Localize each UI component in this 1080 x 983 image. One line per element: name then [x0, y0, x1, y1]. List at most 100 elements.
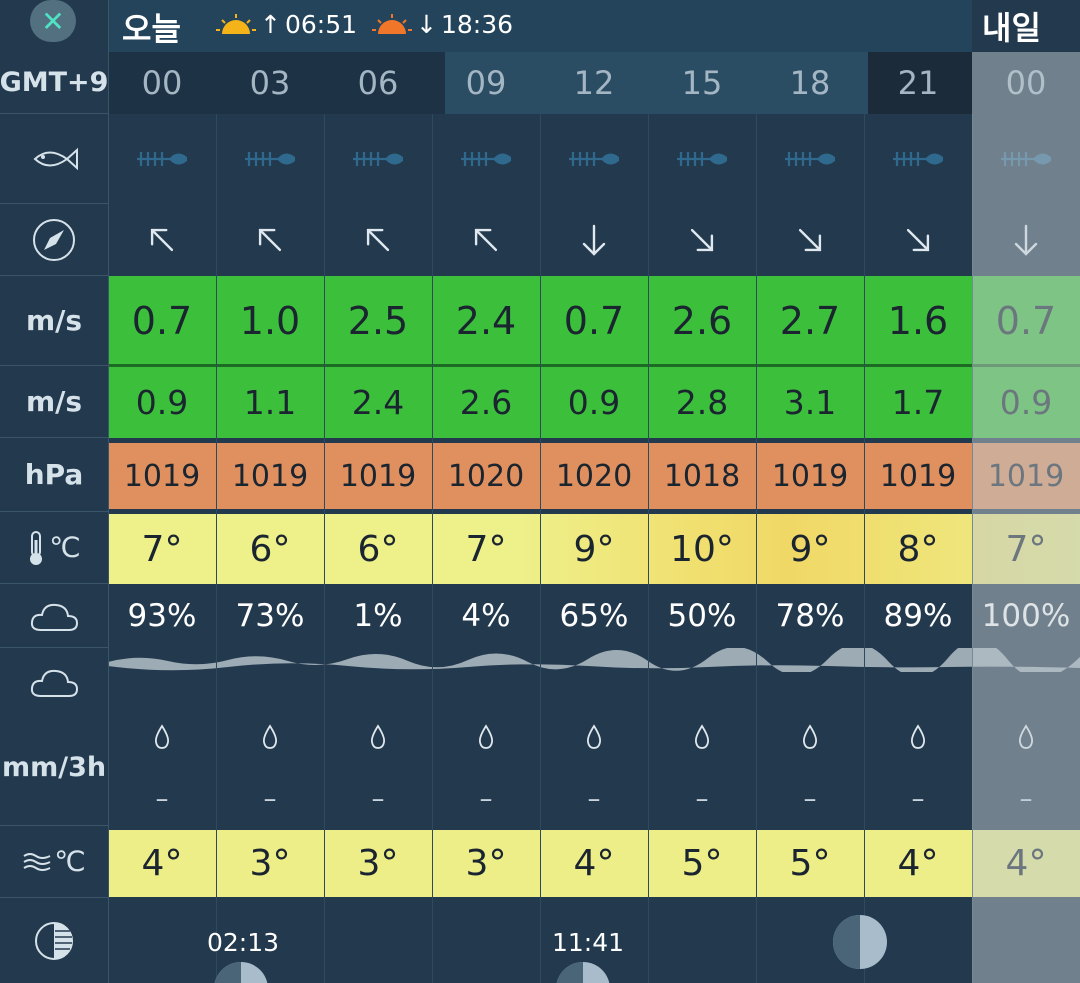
pressure-value: 1019	[339, 458, 417, 494]
fishbone-icon	[324, 114, 432, 204]
close-button[interactable]: ✕	[30, 0, 76, 42]
moonrise-time: 02:13	[207, 928, 280, 957]
pressure-value: 1019	[987, 458, 1065, 494]
tomorrow-label: 내일	[972, 0, 1080, 52]
temperature-value: 6°	[249, 528, 291, 570]
water-temp-value: 3°	[249, 843, 291, 884]
raindrop-icon	[648, 720, 756, 754]
precipitation-value: –	[695, 784, 709, 814]
wind-speed-value: 0.7	[563, 299, 625, 343]
precipitation-value: –	[479, 784, 493, 814]
hour-label: 15	[681, 64, 723, 102]
wind-arrow-up-left-icon	[216, 204, 324, 276]
hour-label: 03	[249, 64, 291, 102]
hour-label: 12	[573, 64, 615, 102]
temperature-value: 10°	[670, 528, 734, 570]
wind-arrow-down-right-icon	[648, 204, 756, 276]
cloud-cover-value: 100%	[981, 598, 1071, 634]
pressure-value: 1019	[123, 458, 201, 494]
cloud-cover-value: 78%	[775, 598, 845, 634]
hour-label: 00	[141, 64, 183, 102]
wind-gust-value: 2.4	[351, 383, 405, 422]
sunset: ↓ 18:36	[372, 10, 513, 39]
hour-label: 21	[897, 64, 939, 102]
water-temp-value: 4°	[573, 843, 615, 884]
precipitation-value: –	[155, 784, 169, 814]
wind-arrow-up-left-icon	[432, 204, 540, 276]
raindrop-icon	[108, 720, 216, 754]
wind-gust-value: 1.1	[243, 383, 297, 422]
wind-unit-label: m/s	[0, 276, 108, 366]
row-labels: ✕ GMT+9 m/s m/s hPa ℃ mm/3h ℃	[0, 0, 109, 983]
compass-icon	[0, 204, 108, 276]
wind-arrow-up-left-icon	[324, 204, 432, 276]
today-label: 오늘	[122, 10, 181, 48]
temperature-value: 8°	[897, 528, 939, 570]
pressure-value: 1019	[231, 458, 309, 494]
wind-arrow-down-icon	[972, 204, 1080, 276]
water-temp-value: 4°	[141, 843, 183, 884]
temperature-value: 9°	[789, 528, 831, 570]
temperature-value: 7°	[1005, 528, 1047, 570]
sunset-icon	[372, 13, 412, 36]
raindrop-icon	[756, 720, 864, 754]
moon-phase-icon	[0, 898, 108, 983]
hour-label: 09	[465, 64, 507, 102]
cloud-icon	[0, 584, 108, 648]
wind-gust-value: 2.8	[675, 383, 729, 422]
fishbone-icon	[540, 114, 648, 204]
raindrop-icon	[864, 720, 972, 754]
precipitation-value: –	[371, 784, 385, 814]
wind-speed-value: 1.6	[887, 299, 949, 343]
sunset-time: 18:36	[440, 10, 513, 39]
wind-gust-value: 0.9	[567, 383, 621, 422]
pressure-unit-label: hPa	[0, 438, 108, 512]
wind-arrow-down-icon	[540, 204, 648, 276]
wind-arrow-down-right-icon	[864, 204, 972, 276]
moon-half-icon	[832, 914, 888, 970]
wind-gust-value: 0.9	[135, 383, 189, 422]
water-temp-value: 3°	[357, 843, 399, 884]
sunrise: ↑ 06:51	[216, 10, 357, 39]
temp-unit-label: ℃	[49, 531, 81, 564]
precipitation-value: –	[911, 784, 925, 814]
raindrop-icon	[972, 720, 1080, 754]
cloud-cover-value: 4%	[461, 598, 511, 634]
fishbone-icon	[648, 114, 756, 204]
wind-speed-value: 2.7	[779, 299, 841, 343]
moonrise-icon	[212, 960, 270, 983]
water-temp-value: 5°	[681, 843, 723, 884]
pressure-value: 1018	[663, 458, 741, 494]
precip-unit-label: mm/3h	[2, 752, 107, 783]
wind-speed-value: 2.4	[455, 299, 517, 343]
fishbone-icon	[756, 114, 864, 204]
wind-arrow-up-left-icon	[108, 204, 216, 276]
cloud-cover-value: 93%	[127, 598, 197, 634]
cloud-layer-graphic	[108, 648, 1080, 672]
wind-gust-value: 2.6	[459, 383, 513, 422]
wind-speed-value: 1.0	[239, 299, 301, 343]
water-temp-value: 4°	[897, 843, 939, 884]
sunrise-time: 06:51	[284, 10, 357, 39]
fishbone-icon	[108, 114, 216, 204]
day-header: 오늘 ↑ 06:51 ↓ 18:36	[108, 0, 1080, 52]
raindrop-icon	[216, 720, 324, 754]
water-temp-value: 5°	[789, 843, 831, 884]
temperature-unit: ℃	[0, 512, 108, 584]
cloud-cover-value: 73%	[235, 598, 305, 634]
forecast-table: 오늘 ↑ 06:51 ↓ 18:36 내일 00 0.7 0.9 1019 7° 93% – 4°…	[0, 0, 1080, 983]
precip-unit: mm/3h	[0, 648, 108, 826]
temperature-value: 9°	[573, 528, 615, 570]
precipitation-value: –	[1019, 784, 1033, 814]
pressure-value: 1019	[879, 458, 957, 494]
fishbone-icon	[216, 114, 324, 204]
temperature-value: 7°	[141, 528, 183, 570]
wind-gust-value: 1.7	[891, 383, 945, 422]
pressure-value: 1020	[447, 458, 525, 494]
water-temp-unit: ℃	[0, 826, 108, 898]
fishbone-icon	[972, 114, 1080, 204]
hour-label: 18	[789, 64, 831, 102]
wind-arrow-down-right-icon	[756, 204, 864, 276]
water-temp-unit-label: ℃	[54, 845, 86, 878]
raindrop-icon	[540, 720, 648, 754]
